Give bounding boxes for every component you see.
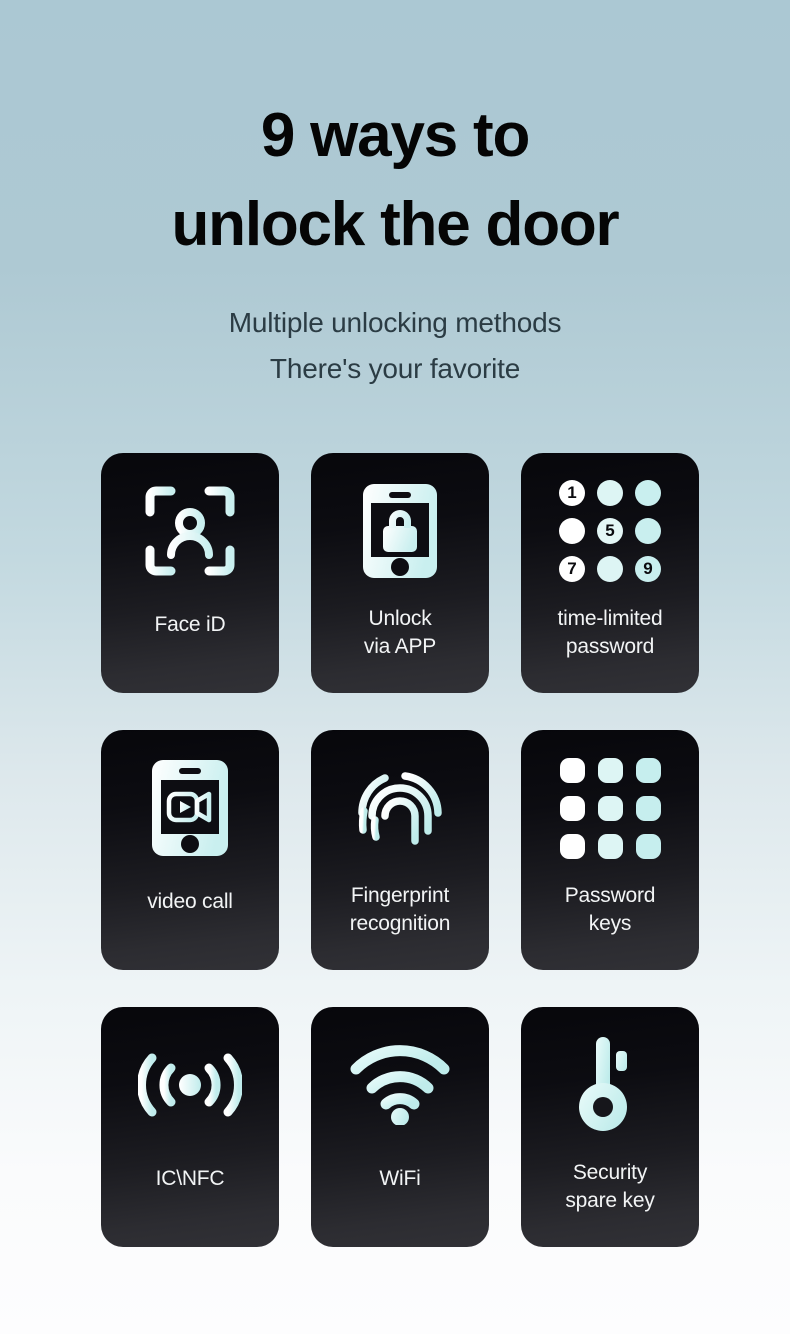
key-icon: [521, 1007, 699, 1157]
card-face-id[interactable]: Face iD: [101, 453, 279, 693]
keypad-key-3[interactable]: [635, 480, 661, 506]
keypad-square-grid: [559, 757, 661, 859]
page-title-line2: unlock the door: [171, 190, 619, 260]
page-subtitle: Multiple unlocking methods There's your …: [0, 300, 790, 391]
face-id-scan-icon: [101, 453, 279, 603]
page-title-line1: 9 ways to: [260, 101, 531, 170]
card-label-line2: password: [565, 635, 655, 659]
card-ic-nfc[interactable]: IC\NFC: [101, 1007, 279, 1247]
card-unlock-app[interactable]: Unlock via APP: [311, 453, 489, 693]
fingerprint-icon: [311, 730, 489, 880]
unlock-methods-grid: Face iD Unlock via APP 1 5 7 9 time-limi…: [101, 453, 699, 1247]
card-label: Fingerprint recognition: [311, 882, 489, 938]
card-label-line2: spare key: [565, 1189, 655, 1213]
keypad-key-2[interactable]: [597, 480, 623, 506]
keypad-key-8[interactable]: [597, 556, 623, 582]
promo-page: 9 ways to unlock the door Multiple unloc…: [0, 0, 790, 1334]
password-key-3[interactable]: [635, 757, 661, 783]
keypad-key-6[interactable]: [635, 518, 661, 544]
card-label-line2: recognition: [349, 912, 451, 936]
card-time-limited-password[interactable]: 1 5 7 9 time-limited password: [521, 453, 699, 693]
card-label: video call: [101, 888, 279, 916]
card-label-line1: Security: [572, 1161, 648, 1184]
phone-video-camera-icon: [101, 730, 279, 880]
card-label-line1: WiFi: [379, 1167, 421, 1190]
card-label-line1: Unlock: [368, 607, 432, 630]
card-video-call[interactable]: video call: [101, 730, 279, 970]
page-subtitle-line2: There's your favorite: [269, 352, 521, 384]
keypad-key-5[interactable]: 5: [597, 518, 623, 544]
password-key-8[interactable]: [597, 833, 623, 859]
nfc-waves-icon: [101, 1007, 279, 1157]
keypad-key-4[interactable]: [559, 518, 585, 544]
card-spare-key[interactable]: Security spare key: [521, 1007, 699, 1247]
wifi-icon: [311, 1007, 489, 1157]
numeric-keypad-icon: 1 5 7 9: [521, 453, 699, 603]
card-label: Security spare key: [521, 1159, 699, 1215]
password-key-9[interactable]: [635, 833, 661, 859]
card-wifi[interactable]: WiFi: [311, 1007, 489, 1247]
card-label-line1: time-limited: [557, 607, 663, 630]
card-label-line2: via APP: [363, 635, 437, 659]
keypad-dots-icon: [521, 730, 699, 880]
card-password-keys[interactable]: Password keys: [521, 730, 699, 970]
card-label: Unlock via APP: [311, 605, 489, 661]
password-key-2[interactable]: [597, 757, 623, 783]
card-label-line1: Face iD: [154, 613, 226, 636]
password-key-1[interactable]: [559, 757, 585, 783]
password-key-6[interactable]: [635, 795, 661, 821]
card-label: Password keys: [521, 882, 699, 938]
page-title: 9 ways to unlock the door: [0, 0, 790, 260]
card-label-line1: video call: [147, 890, 233, 913]
keypad-key-1[interactable]: 1: [559, 480, 585, 506]
card-label-line1: Fingerprint: [350, 884, 450, 907]
card-label: IC\NFC: [101, 1165, 279, 1193]
password-key-5[interactable]: [597, 795, 623, 821]
password-key-7[interactable]: [559, 833, 585, 859]
page-subtitle-line1: Multiple unlocking methods: [228, 307, 562, 339]
keypad-key-7[interactable]: 7: [559, 556, 585, 582]
card-label-line1: IC\NFC: [155, 1167, 225, 1190]
card-fingerprint[interactable]: Fingerprint recognition: [311, 730, 489, 970]
card-label-line1: Password: [564, 884, 656, 907]
phone-lock-icon: [311, 453, 489, 603]
keypad-key-9[interactable]: 9: [635, 556, 661, 582]
card-label: WiFi: [311, 1165, 489, 1193]
card-label: time-limited password: [521, 605, 699, 661]
password-key-4[interactable]: [559, 795, 585, 821]
keypad-dot-grid: 1 5 7 9: [559, 480, 661, 582]
card-label: Face iD: [101, 611, 279, 639]
card-label-line2: keys: [588, 912, 632, 936]
